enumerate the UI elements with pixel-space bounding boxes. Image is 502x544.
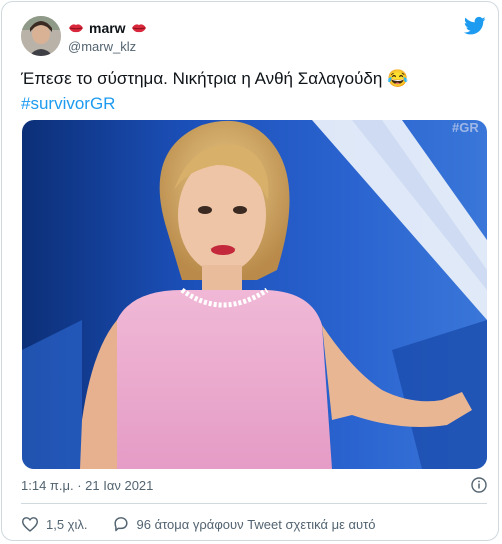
like-count: 1,5 χιλ. [46,516,88,532]
divider [21,503,487,504]
reply-icon [113,517,128,532]
heart-icon [21,517,39,532]
display-name[interactable]: marw [89,20,126,36]
lips-emoji-icon [131,24,146,33]
lips-emoji-icon [69,24,83,33]
action-bar: 1,5 χιλ. 96 άτομα γράφουν Tweet σχετικά … [21,514,376,534]
name-row: marw [68,19,147,37]
info-icon[interactable] [471,477,487,493]
hashtag-link[interactable]: #survivorGR [21,92,115,116]
tweet-text: Έπεσε το σύστημα. Νικήτρια η Ανθή Σαλαγο… [21,69,409,88]
reply-count-text: 96 άτομα γράφουν Tweet σχετικά με αυτό [136,516,376,532]
avatar[interactable] [21,16,61,56]
timestamp-row: 1:14 π.μ. · 21 Ιαν 2021 [21,477,487,494]
user-handle[interactable]: @marw_klz [68,39,136,54]
twitter-bird-icon[interactable] [464,16,486,36]
like-button[interactable]: 1,5 χιλ. [21,516,88,532]
tweet-media-image[interactable]: #GR [22,120,487,469]
tweet-card[interactable]: marw @marw_klz Έπεσε το σύστημα. Νικήτρι… [1,1,499,541]
reply-button[interactable]: 96 άτομα γράφουν Tweet σχετικά με αυτό [112,516,376,532]
media-watermark: #GR [452,120,479,135]
tweet-timestamp[interactable]: 1:14 π.μ. · 21 Ιαν 2021 [21,478,153,493]
